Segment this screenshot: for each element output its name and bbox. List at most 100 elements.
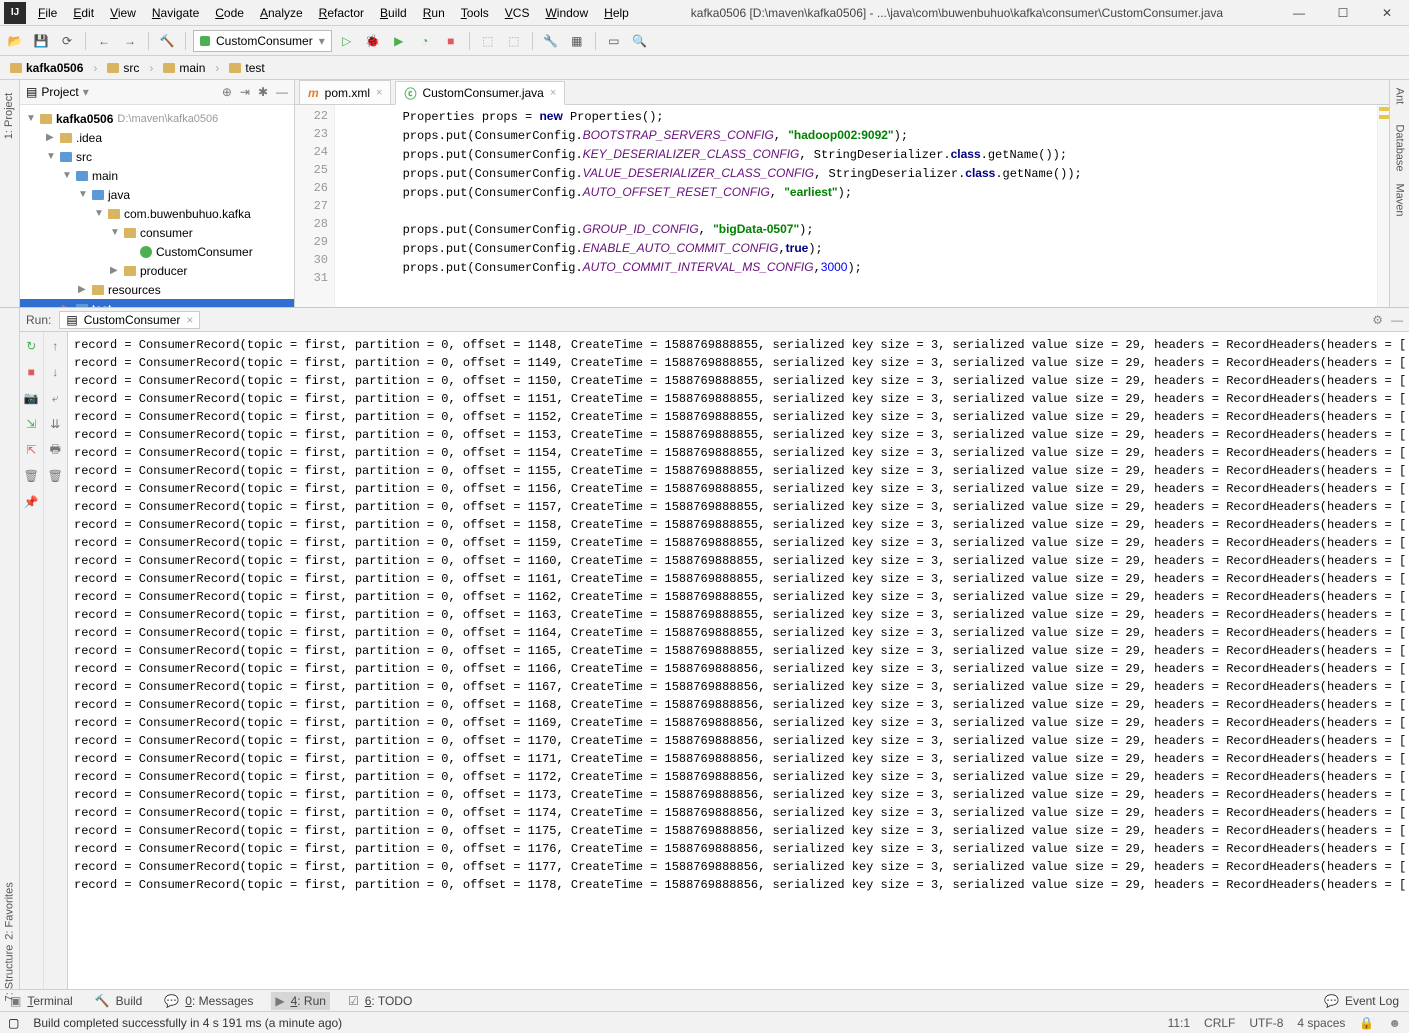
profile-icon[interactable]: ◔ xyxy=(414,30,436,52)
collapse-icon[interactable]: ⇥ xyxy=(240,85,250,99)
event-log-tab[interactable]: 💬Event Log xyxy=(1320,992,1403,1010)
editor-tab[interactable]: mpom.xml× xyxy=(299,80,391,104)
down-icon[interactable]: ↓ xyxy=(47,364,63,380)
run-tab[interactable]: ▤ CustomConsumer × xyxy=(59,311,200,329)
debug-icon[interactable]: 🐞 xyxy=(362,30,384,52)
build-icon[interactable]: 🔨 xyxy=(156,30,178,52)
tool-tab-database[interactable]: Database xyxy=(1394,124,1406,171)
search-icon[interactable]: 🔍 xyxy=(629,30,651,52)
close-icon[interactable]: × xyxy=(186,313,193,327)
maximize-button[interactable]: ☐ xyxy=(1321,0,1365,26)
warning-mark[interactable] xyxy=(1379,107,1389,111)
code-editor[interactable]: Properties props = new Properties(); pro… xyxy=(335,105,1377,307)
hide-icon[interactable]: — xyxy=(1391,313,1403,327)
menu-navigate[interactable]: Navigate xyxy=(144,2,207,24)
tree-item[interactable]: ▼com.buwenbuhuo.kafka xyxy=(20,204,294,223)
up-icon[interactable]: ↑ xyxy=(47,338,63,354)
menu-analyze[interactable]: Analyze xyxy=(252,2,311,24)
avd-icon[interactable]: ▭ xyxy=(603,30,625,52)
close-icon[interactable]: × xyxy=(550,87,556,99)
inspection-icon[interactable]: ☻ xyxy=(1388,1016,1401,1030)
breadcrumb-item[interactable]: main xyxy=(159,61,209,75)
menu-view[interactable]: View xyxy=(102,2,144,24)
console-output[interactable]: record = ConsumerRecord(topic = first, p… xyxy=(68,332,1409,989)
clear-icon[interactable]: 🗑 xyxy=(47,468,63,484)
sync-icon[interactable]: ⟳ xyxy=(56,30,78,52)
caret-position[interactable]: 11:1 xyxy=(1168,1016,1190,1030)
tool-tab-maven[interactable]: Maven xyxy=(1394,183,1406,216)
coverage-icon[interactable]: ▶ xyxy=(388,30,410,52)
trash-icon[interactable]: 🗑 xyxy=(23,468,39,484)
layout-icon[interactable]: ⇱ xyxy=(23,442,39,458)
tree-item[interactable]: CustomConsumer xyxy=(20,242,294,261)
close-icon[interactable]: × xyxy=(376,87,382,99)
project-tool-tab[interactable]: 1: Project xyxy=(4,93,16,139)
tree-item[interactable]: ▼src xyxy=(20,147,294,166)
tree-item[interactable]: ▶resources xyxy=(20,280,294,299)
chevron-down-icon[interactable]: ▾ xyxy=(83,85,89,99)
line-separator[interactable]: CRLF xyxy=(1204,1016,1235,1030)
encoding[interactable]: UTF-8 xyxy=(1249,1016,1283,1030)
bottom-tab[interactable]: ☑6: TODO xyxy=(344,992,416,1010)
lock-icon[interactable]: 🔒 xyxy=(1359,1016,1374,1030)
dump-icon[interactable]: 📷 xyxy=(23,390,39,406)
forward-icon[interactable]: → xyxy=(119,30,141,52)
gear-icon[interactable]: ⚙ xyxy=(1372,313,1383,327)
minimize-button[interactable]: — xyxy=(1277,0,1321,26)
warning-mark[interactable] xyxy=(1379,115,1389,119)
bottom-tab[interactable]: 🔨Build xyxy=(91,992,147,1010)
tree-root[interactable]: ▼kafka0506 D:\maven\kafka0506 xyxy=(20,109,294,128)
scroll-icon[interactable]: ⇊ xyxy=(47,416,63,432)
menu-tools[interactable]: Tools xyxy=(453,2,497,24)
exit-icon[interactable]: ⇲ xyxy=(23,416,39,432)
rerun-icon[interactable]: ↻ xyxy=(23,338,39,354)
tree-item[interactable]: ▶.idea xyxy=(20,128,294,147)
menu-run[interactable]: Run xyxy=(415,2,453,24)
stop-icon[interactable]: ■ xyxy=(440,30,462,52)
project-tree[interactable]: ▼kafka0506 D:\maven\kafka0506▶.idea▼src▼… xyxy=(20,105,294,307)
editor-area: mpom.xml×ⓒCustomConsumer.java× 222324252… xyxy=(295,80,1389,307)
menu-window[interactable]: Window xyxy=(537,2,596,24)
save-icon[interactable]: 💾 xyxy=(30,30,52,52)
tree-item[interactable]: ▼java xyxy=(20,185,294,204)
update-icon[interactable]: ⬚ xyxy=(477,30,499,52)
menu-build[interactable]: Build xyxy=(372,2,415,24)
commit-icon[interactable]: ⬚ xyxy=(503,30,525,52)
structure-icon[interactable]: ▦ xyxy=(566,30,588,52)
tool-tab[interactable]: 7: Structure xyxy=(4,945,16,1002)
print-icon[interactable]: 🖶 xyxy=(47,442,63,458)
menu-edit[interactable]: Edit xyxy=(65,2,102,24)
bottom-tab[interactable]: ▣Terminal xyxy=(6,992,77,1010)
tree-item[interactable]: ▼consumer xyxy=(20,223,294,242)
gear-icon[interactable]: ✱ xyxy=(258,85,268,99)
run-config-dropdown[interactable]: CustomConsumer ▾ xyxy=(193,30,332,52)
locate-icon[interactable]: ⊕ xyxy=(222,85,232,99)
tree-item[interactable]: ▶producer xyxy=(20,261,294,280)
menu-vcs[interactable]: VCS xyxy=(497,2,538,24)
tool-tab-ant[interactable]: Ant xyxy=(1393,88,1405,105)
settings-icon[interactable]: 🔧 xyxy=(540,30,562,52)
close-button[interactable]: ✕ xyxy=(1365,0,1409,26)
menu-refactor[interactable]: Refactor xyxy=(311,2,372,24)
hide-icon[interactable]: — xyxy=(276,85,288,99)
tree-item[interactable]: ▼main xyxy=(20,166,294,185)
open-icon[interactable]: 📂 xyxy=(4,30,26,52)
status-icon[interactable]: ▢ xyxy=(8,1016,19,1030)
editor-tab[interactable]: ⓒCustomConsumer.java× xyxy=(395,81,565,105)
back-icon[interactable]: ← xyxy=(93,30,115,52)
menu-file[interactable]: File xyxy=(30,2,65,24)
pin-icon[interactable]: 📌 xyxy=(23,494,39,510)
bottom-tab[interactable]: ▶4: Run xyxy=(271,992,330,1010)
menu-code[interactable]: Code xyxy=(207,2,252,24)
wrap-icon[interactable]: ⤶ xyxy=(47,390,63,406)
tool-tab[interactable]: 2: Favorites xyxy=(4,882,16,939)
indent[interactable]: 4 spaces xyxy=(1297,1016,1345,1030)
breadcrumb-item[interactable]: src xyxy=(103,61,143,75)
breadcrumb-item[interactable]: test xyxy=(225,61,268,75)
menu-help[interactable]: Help xyxy=(596,2,637,24)
tree-item[interactable]: ▶test xyxy=(20,299,294,307)
bottom-tab[interactable]: 💬0: Messages xyxy=(160,992,257,1010)
stop-icon[interactable]: ■ xyxy=(23,364,39,380)
breadcrumb-item[interactable]: kafka0506 xyxy=(6,61,87,75)
run-icon[interactable]: ▷ xyxy=(336,30,358,52)
